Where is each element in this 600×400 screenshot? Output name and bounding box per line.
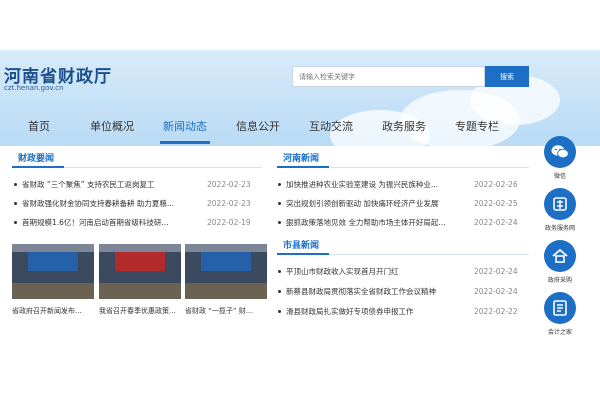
list-item[interactable]: 新蔡县财政局贯彻落实全省财政工作会议精神 2022-02-24 bbox=[278, 284, 528, 298]
bullet bbox=[278, 220, 281, 224]
news-title[interactable]: 加快推进种农业实验室建设 为振兴民族种业... bbox=[286, 179, 468, 190]
ceiling-lights bbox=[185, 244, 267, 252]
section-accent bbox=[277, 253, 329, 255]
section-accent bbox=[277, 166, 329, 168]
nav-item-topics[interactable]: 专题专栏 bbox=[452, 112, 502, 140]
news-title[interactable]: 省财政强化财金协同支持春耕备耕 助力夏粮... bbox=[22, 198, 202, 209]
news-date: 2022-02-24 bbox=[474, 217, 518, 227]
news-title[interactable]: 新蔡县财政局贯彻落实全省财政工作会议精神 bbox=[286, 286, 468, 297]
nav-item-about[interactable]: 单位概况 bbox=[87, 112, 137, 140]
county-news-title[interactable]: 市县新闻 bbox=[283, 238, 319, 251]
house-icon[interactable] bbox=[544, 240, 576, 272]
news-title[interactable]: 首期规模1.6亿！河南启动首期省级科技研... bbox=[22, 217, 202, 228]
bullet bbox=[278, 201, 281, 205]
side-label: 会计之家 bbox=[547, 329, 572, 336]
news-date: 2022-02-19 bbox=[207, 217, 251, 227]
side-item-procurement[interactable]: 政府采购 bbox=[537, 240, 583, 290]
news-title[interactable]: 突出规划引领创新驱动 加快痛环经济产业发展 bbox=[286, 198, 468, 209]
section-accent bbox=[12, 166, 64, 168]
search-button[interactable]: 搜索 bbox=[485, 66, 529, 87]
bullet bbox=[14, 201, 17, 205]
news-date: 2022-02-24 bbox=[474, 266, 518, 276]
side-menu: 微信 政务服务网 政府采购 会计之家 bbox=[537, 136, 583, 346]
stage-backdrop bbox=[28, 251, 78, 272]
wechat-icon[interactable] bbox=[544, 136, 576, 168]
site-domain: czt.henan.gov.cn bbox=[4, 84, 64, 92]
news-date: 2022-02-24 bbox=[474, 286, 518, 296]
list-item[interactable]: 滑县财政局扎实做好专项债券申报工作 2022-02-22 bbox=[278, 304, 528, 318]
news-date: 2022-02-22 bbox=[474, 306, 518, 316]
news-date: 2022-02-23 bbox=[207, 198, 251, 208]
news-date: 2022-02-23 bbox=[207, 179, 251, 189]
news-photo[interactable] bbox=[99, 244, 181, 299]
list-item[interactable]: 省财政强化财金协同支持春耕备耕 助力夏粮... 2022-02-23 bbox=[14, 196, 262, 210]
news-date: 2022-02-26 bbox=[474, 179, 518, 189]
list-item[interactable]: 平顶山市财政收入实现首月开门红 2022-02-24 bbox=[278, 264, 528, 278]
stage-backdrop bbox=[201, 251, 251, 272]
ceiling-lights bbox=[12, 244, 94, 252]
list-item[interactable]: 首期规模1.6亿！河南启动首期省级科技研... 2022-02-19 bbox=[14, 215, 262, 229]
news-title[interactable]: 省财政 “三个聚焦” 支持农民工返岗复工 bbox=[22, 179, 202, 190]
bullet bbox=[278, 289, 281, 293]
list-item[interactable]: 突出规划引领创新驱动 加快痛环经济产业发展 2022-02-25 bbox=[278, 196, 528, 210]
news-title[interactable]: 滑县财政局扎实做好专项债券申报工作 bbox=[286, 306, 468, 317]
side-item-service[interactable]: 政务服务网 bbox=[537, 188, 583, 238]
conference-table bbox=[185, 282, 267, 299]
service-icon[interactable] bbox=[544, 188, 576, 220]
side-item-wechat[interactable]: 微信 bbox=[537, 136, 583, 186]
main-nav: 首页 单位概况 新闻动态 信息公开 互动交流 政务服务 专题专栏 bbox=[0, 112, 600, 144]
nav-item-home[interactable]: 首页 bbox=[20, 112, 58, 140]
conference-table bbox=[12, 282, 94, 299]
ceiling-lights bbox=[99, 244, 181, 252]
side-label: 微信 bbox=[553, 173, 566, 180]
nav-item-disclosure[interactable]: 信息公开 bbox=[233, 112, 283, 140]
search-input[interactable] bbox=[292, 66, 485, 87]
side-label: 政府采购 bbox=[547, 277, 572, 284]
bullet bbox=[278, 309, 281, 313]
henan-news-title[interactable]: 河南新闻 bbox=[283, 151, 319, 164]
stage-backdrop bbox=[115, 251, 165, 272]
nav-item-services[interactable]: 政务服务 bbox=[379, 112, 429, 140]
bullet bbox=[14, 220, 17, 224]
news-date: 2022-02-25 bbox=[474, 198, 518, 208]
photo-caption[interactable]: 我省召开春季优惠政策... bbox=[99, 306, 183, 316]
photo-caption[interactable]: 省财政 “一揽子” 财... bbox=[185, 306, 269, 316]
list-item[interactable]: 省财政 “三个聚焦” 支持农民工返岗复工 2022-02-23 bbox=[14, 177, 262, 191]
nav-item-news[interactable]: 新闻动态 bbox=[160, 112, 210, 144]
nav-item-interaction[interactable]: 互动交流 bbox=[306, 112, 356, 140]
side-label: 政务服务网 bbox=[544, 225, 575, 232]
accounting-icon[interactable] bbox=[544, 292, 576, 324]
bullet bbox=[14, 182, 17, 186]
news-content: 财政要闻 省财政 “三个聚焦” 支持农民工返岗复工 2022-02-23 省财政… bbox=[0, 146, 600, 341]
news-title[interactable]: 平顶山市财政收入实现首月开门红 bbox=[286, 266, 468, 277]
finance-news-title[interactable]: 财政要闻 bbox=[18, 151, 54, 164]
list-item[interactable]: 加快推进种农业实验室建设 为振兴民族种业... 2022-02-26 bbox=[278, 177, 528, 191]
side-item-accounting[interactable]: 会计之家 bbox=[537, 292, 583, 342]
bullet bbox=[278, 269, 281, 273]
news-title[interactable]: 狠抓政策落地见效 全力帮助市场主体开好局起... bbox=[286, 217, 468, 228]
list-item[interactable]: 狠抓政策落地见效 全力帮助市场主体开好局起... 2022-02-24 bbox=[278, 215, 528, 229]
news-photo[interactable] bbox=[185, 244, 267, 299]
news-photo[interactable] bbox=[12, 244, 94, 299]
bullet bbox=[278, 182, 281, 186]
conference-table bbox=[99, 282, 181, 299]
photo-caption[interactable]: 省政府召开新闻发布... bbox=[12, 306, 96, 316]
